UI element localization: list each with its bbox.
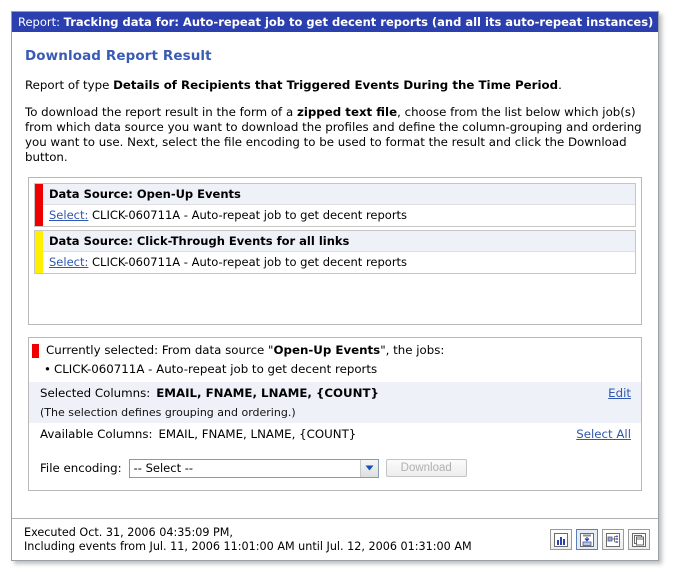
- available-columns-label: Available Columns:: [40, 426, 153, 441]
- instructions-paragraph: To download the report result in the for…: [25, 105, 646, 165]
- selected-columns-row: Selected Columns: EMAIL, FNAME, LNAME, {C…: [29, 381, 641, 404]
- selection-summary-prefix: Currently selected: From data source ": [46, 342, 274, 357]
- selection-summary-row: Currently selected: From data source "Op…: [29, 337, 641, 358]
- bullet-icon: •: [44, 361, 51, 376]
- window-titlebar: Report: Tracking data for: Auto-repeat j…: [12, 12, 658, 33]
- data-source-group: Data Source: Click-Through Events for al…: [34, 229, 636, 274]
- select-link[interactable]: Select:: [49, 208, 88, 222]
- bar-chart-icon[interactable]: [550, 529, 572, 550]
- titlebar-title: Tracking data for: Auto-repeat job to ge…: [63, 15, 654, 29]
- selected-job-label: CLICK-060711A - Auto-repeat job to get d…: [54, 361, 378, 376]
- screenshot-root: Report: Tracking data for: Auto-repeat j…: [0, 0, 675, 582]
- file-encoding-row: File encoding: -- Select -- Download: [29, 445, 641, 490]
- available-columns-left: Available Columns: EMAIL, FNAME, LNAME, {…: [40, 427, 356, 441]
- selection-accent-bar: [32, 343, 39, 358]
- edit-columns-link[interactable]: Edit: [608, 386, 631, 400]
- data-source-header: Data Source: Click-Through Events for al…: [43, 230, 635, 252]
- selected-job-item: • CLICK-060711A - Auto-repeat job to get …: [29, 358, 641, 382]
- selection-summary-suffix: ", the jobs:: [380, 342, 445, 357]
- data-source-job-name: CLICK-060711A - Auto-repeat job to get d…: [92, 254, 408, 269]
- tree-detail-icon[interactable]: [602, 529, 624, 550]
- selection-summary-text: Currently selected: From data source "Op…: [39, 338, 444, 358]
- executed-timestamp: Executed Oct. 31, 2006 04:35:09 PM,: [24, 525, 233, 539]
- selected-columns-left: Selected Columns: EMAIL, FNAME, LNAME, {C…: [40, 386, 379, 400]
- data-source-job-row: Select: CLICK-060711A - Auto-repeat job …: [43, 204, 635, 226]
- footer-text-block: Executed Oct. 31, 2006 04:35:09 PM, Incl…: [24, 526, 472, 554]
- data-source-listbox[interactable]: Data Source: Open-Up Events Select: CLIC…: [28, 176, 642, 325]
- file-encoding-select[interactable]: -- Select --: [128, 458, 379, 478]
- available-columns-row: Available Columns: EMAIL, FNAME, LNAME, {…: [29, 423, 641, 445]
- titlebar-prefix: Report:: [18, 15, 60, 29]
- data-source-rows: Data Source: Click-Through Events for al…: [43, 230, 635, 273]
- window-footer: Executed Oct. 31, 2006 04:35:09 PM, Incl…: [12, 518, 658, 560]
- select-all-link[interactable]: Select All: [576, 427, 631, 441]
- events-range: Including events from Jul. 11, 2006 11:0…: [24, 539, 472, 553]
- instructions-part1: To download the report result in the for…: [25, 104, 297, 119]
- chevron-down-icon[interactable]: [359, 459, 378, 477]
- page-title: Download Report Result: [25, 48, 212, 64]
- report-window: Report: Tracking data for: Auto-repeat j…: [11, 11, 659, 561]
- data-source-rows: Data Source: Open-Up Events Select: CLIC…: [43, 183, 635, 226]
- report-type-suffix: .: [558, 78, 562, 92]
- select-link[interactable]: Select:: [49, 255, 88, 269]
- selected-columns-label: Selected Columns:: [40, 385, 151, 400]
- instructions-bold: zipped text file: [296, 104, 398, 119]
- available-columns-value: EMAIL, FNAME, LNAME, {COUNT}: [158, 426, 357, 441]
- data-source-job-name: CLICK-060711A - Auto-repeat job to get d…: [92, 207, 408, 222]
- copy-window-icon[interactable]: [628, 529, 650, 550]
- window-body: Download Report Result Report of type De…: [12, 33, 658, 491]
- report-type-prefix: Report of type: [25, 78, 114, 92]
- data-source-job-row: Select: CLICK-060711A - Auto-repeat job …: [43, 251, 635, 273]
- file-encoding-selected-value: -- Select --: [133, 461, 194, 475]
- data-source-header: Data Source: Open-Up Events: [43, 183, 635, 205]
- data-source-group: Data Source: Open-Up Events Select: CLIC…: [34, 182, 636, 227]
- footer-icon-bar: [550, 529, 650, 550]
- report-type-line: Report of type Details of Recipients tha…: [25, 78, 646, 93]
- save-report-icon[interactable]: [576, 529, 598, 550]
- data-source-accent-bar: [35, 183, 43, 226]
- download-button[interactable]: Download: [385, 459, 467, 477]
- selected-columns-value: EMAIL, FNAME, LNAME, {COUNT}: [156, 385, 379, 400]
- selection-panel: Currently selected: From data source "Op…: [28, 336, 642, 491]
- report-type-name: Details of Recipients that Triggered Eve…: [113, 78, 559, 92]
- selection-summary-source: Open-Up Events: [273, 342, 381, 357]
- data-source-accent-bar: [35, 230, 43, 273]
- selection-note: (The selection defines grouping and orde…: [29, 403, 641, 423]
- file-encoding-label: File encoding:: [40, 461, 122, 475]
